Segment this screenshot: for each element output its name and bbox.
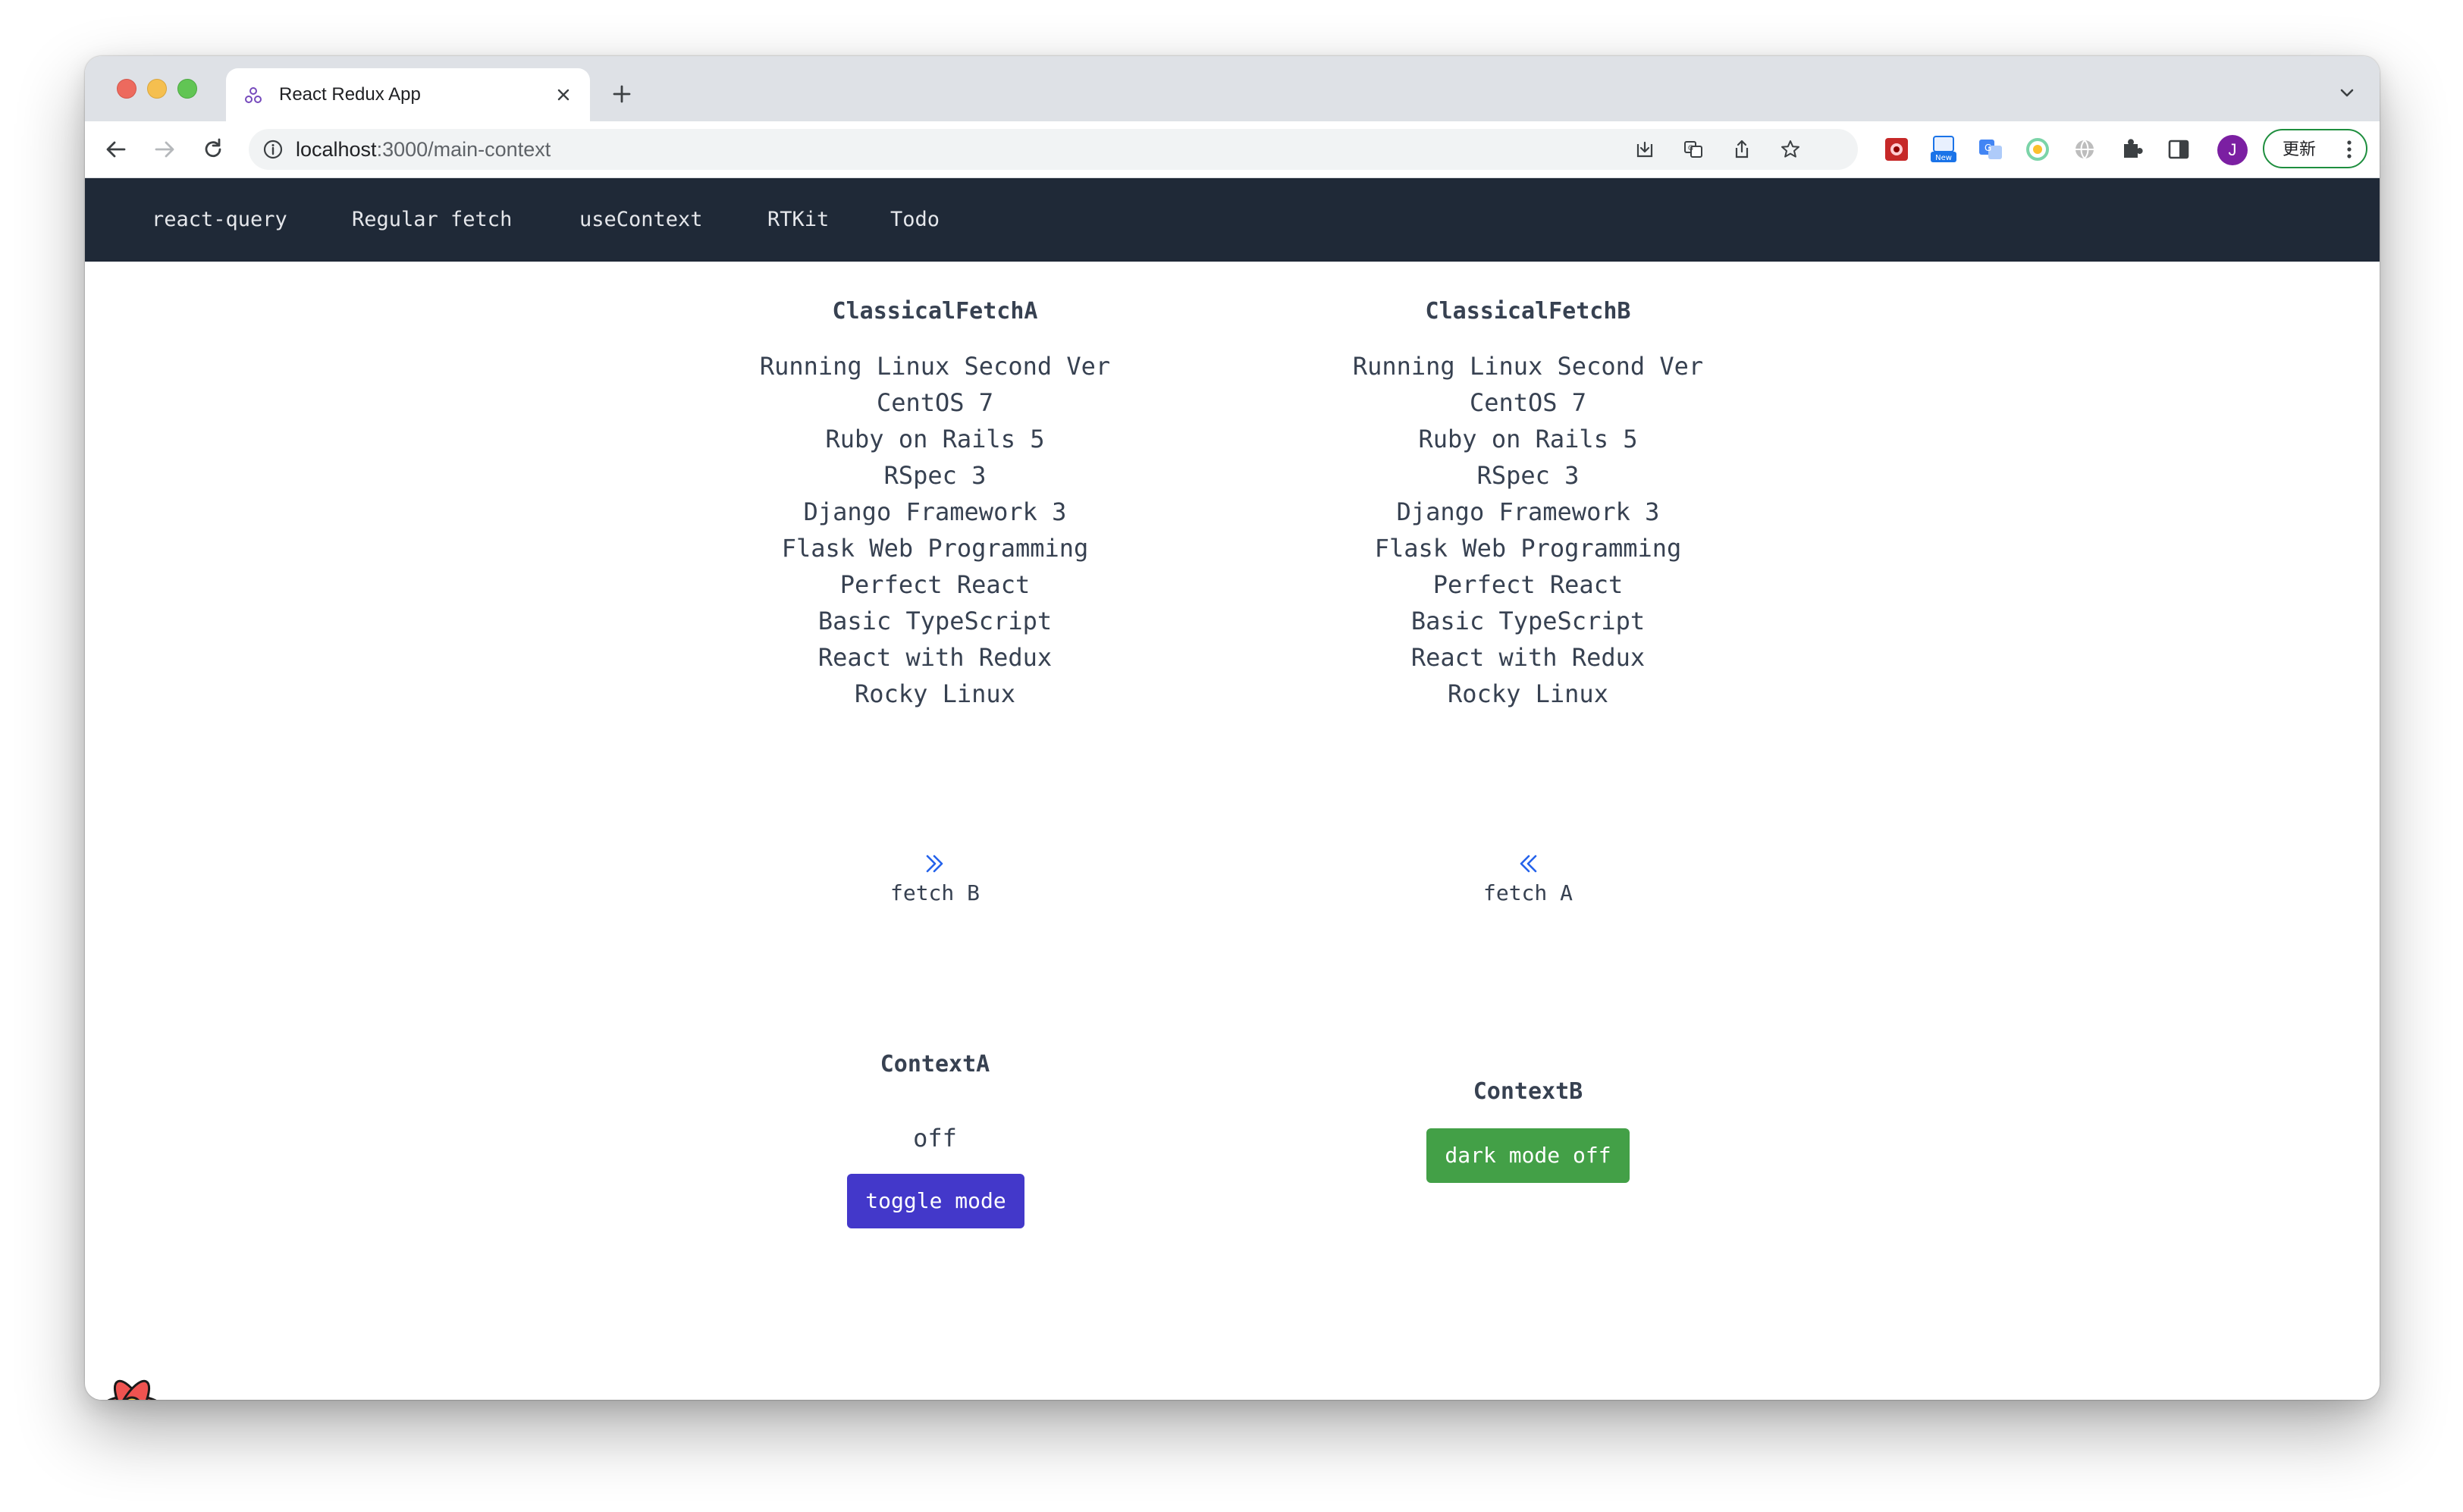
zoom-window-button[interactable] (177, 79, 197, 99)
forward-arrow-icon[interactable] (150, 135, 179, 164)
url-path: :3000/main-context (376, 138, 551, 161)
fetch-a-book: Flask Web Programming (781, 534, 1089, 563)
fetch-b-title: ClassicalFetchB (1425, 298, 1631, 325)
nav-link-usecontext[interactable]: useContext (579, 207, 703, 233)
fetch-b-book: RSpec 3 (1476, 461, 1580, 490)
site-info-icon[interactable] (262, 139, 284, 160)
fetch-a-book: Rocky Linux (855, 679, 1015, 708)
fetch-a-book: Perfect React (839, 570, 1031, 599)
fetch-a-book: React with Redux (817, 643, 1053, 672)
tab-search-chevron-icon[interactable] (2336, 82, 2358, 105)
update-label: 更新 (2283, 140, 2317, 158)
new-badge-label: New (1935, 154, 1952, 162)
svg-text:G: G (1688, 145, 1693, 152)
fetch-a-link[interactable]: fetch A (1316, 880, 1740, 906)
fetch-b-book: Ruby on Rails 5 (1418, 425, 1638, 453)
install-app-icon[interactable] (1633, 138, 1656, 161)
nav-link-react-query[interactable]: react-query (152, 207, 287, 233)
nav-link-regular-fetch[interactable]: Regular fetch (352, 207, 512, 233)
close-tab-icon[interactable] (551, 82, 576, 108)
translate-extension-icon[interactable]: G (1976, 135, 2005, 164)
url-text: localhost:3000/main-context (296, 138, 551, 161)
context-a: ContextA off toggle mode (723, 1012, 1147, 1391)
dark-mode-off-button[interactable]: dark mode off (1426, 1128, 1630, 1183)
fetch-a-title: ClassicalFetchA (832, 298, 1038, 325)
fetch-a-book: RSpec 3 (883, 461, 987, 490)
share-icon[interactable] (1730, 138, 1753, 161)
green-circle-extension-icon[interactable] (2023, 135, 2052, 164)
fetch-a-book: Basic TypeScript (817, 607, 1053, 635)
new-tab-icon[interactable] (608, 80, 635, 108)
fetch-b-book: Perfect React (1432, 570, 1624, 599)
app-navbar: react-query Regular fetch useContext RTK… (85, 178, 2380, 262)
mode-status: off (913, 1124, 957, 1153)
minimize-window-button[interactable] (147, 79, 167, 99)
page-viewport: react-query Regular fetch useContext RTK… (85, 178, 2380, 1400)
more-menu-icon (2347, 140, 2352, 158)
svg-text:G: G (1985, 143, 1991, 153)
redux-favicon-icon (245, 87, 262, 103)
tab-title: React Redux App (279, 84, 421, 105)
fetch-b-book: React with Redux (1410, 643, 1646, 672)
puzzle-extensions-icon[interactable] (2117, 135, 2146, 164)
fetch-a-book: Django Framework 3 (803, 497, 1067, 526)
side-panel-icon[interactable] (2164, 135, 2193, 164)
reload-icon[interactable] (199, 135, 227, 164)
tab-react-redux-app[interactable]: React Redux App (226, 68, 590, 121)
context-b-title: ContextB (1473, 1078, 1583, 1105)
fetch-a-book: Running Linux Second Ver (759, 352, 1111, 381)
chevrons-right-icon[interactable] (923, 852, 947, 876)
classical-fetch-b: ClassicalFetchB Running Linux Second Ver… (1316, 178, 1740, 936)
address-bar[interactable]: localhost:3000/main-context G (249, 129, 1858, 170)
close-window-button[interactable] (117, 79, 136, 99)
context-b: ContextB dark mode off (1316, 1012, 1740, 1391)
desktop-background: React Redux App localhost:3000/main-cont… (0, 0, 2463, 1512)
fetch-b-book: CentOS 7 (1469, 388, 1587, 417)
browser-toolbar: localhost:3000/main-context G New G J 更新 (85, 121, 2380, 178)
react-query-devtools-icon[interactable] (100, 1375, 164, 1400)
fetch-a-book: Ruby on Rails 5 (825, 425, 1045, 453)
bookmark-star-icon[interactable] (1779, 138, 1802, 161)
context-a-title: ContextA (880, 1051, 990, 1078)
fetch-b-book: Basic TypeScript (1410, 607, 1646, 635)
new-badge-extension-icon[interactable]: New (1929, 135, 1958, 164)
browser-window: React Redux App localhost:3000/main-cont… (85, 56, 2380, 1400)
classical-fetch-a: ClassicalFetchA Running Linux Second Ver… (723, 178, 1147, 936)
url-host: localhost (296, 138, 377, 161)
back-arrow-icon[interactable] (102, 135, 130, 164)
fetch-b-book: Django Framework 3 (1396, 497, 1660, 526)
fetch-b-book: Rocky Linux (1448, 679, 1608, 708)
fetch-b-link[interactable]: fetch B (723, 880, 1147, 906)
update-chrome-button[interactable]: 更新 (2263, 129, 2367, 168)
fetch-a-book: CentOS 7 (876, 388, 994, 417)
toggle-mode-button[interactable]: toggle mode (847, 1174, 1024, 1228)
fetch-b-book: Flask Web Programming (1374, 534, 1682, 563)
translate-icon[interactable]: G (1682, 138, 1705, 161)
fetch-b-book: Running Linux Second Ver (1352, 352, 1704, 381)
red-extension-icon[interactable] (1882, 135, 1911, 164)
tab-strip: React Redux App (85, 56, 2380, 121)
profile-avatar[interactable]: J (2217, 135, 2248, 165)
gray-globe-extension-icon[interactable] (2070, 135, 2099, 164)
chevrons-left-icon[interactable] (1516, 852, 1540, 876)
